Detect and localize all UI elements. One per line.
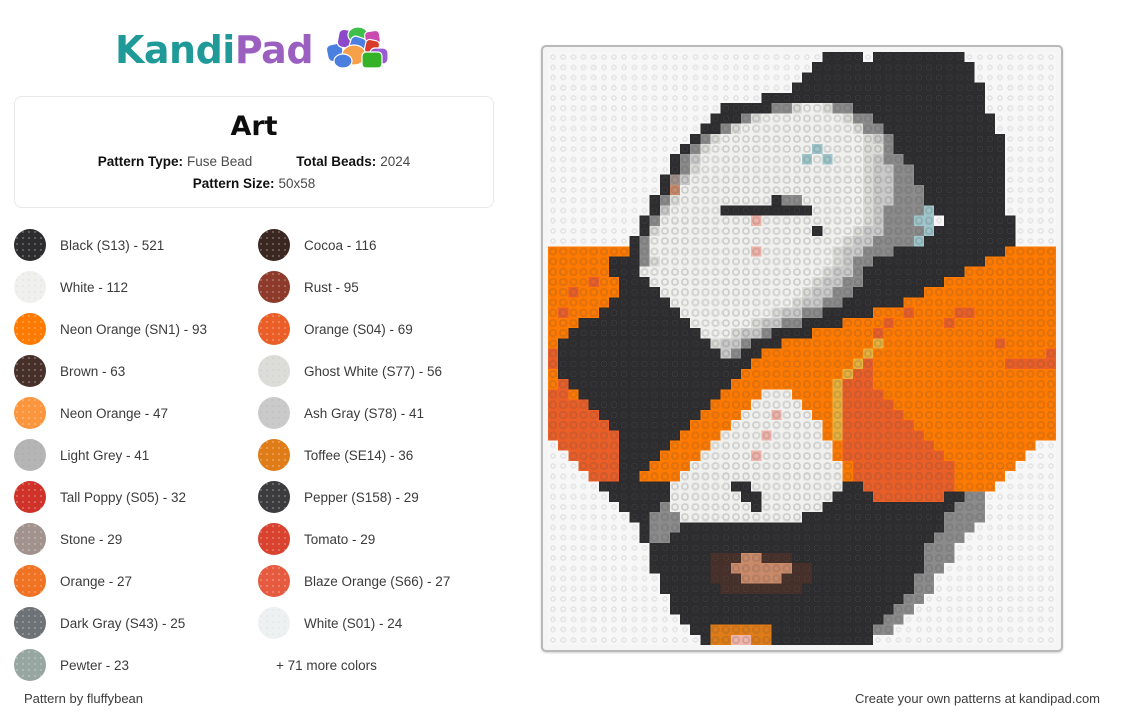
legend-item[interactable]: Toffee (SE14) - 36 [258, 434, 494, 476]
legend-color-swatch [258, 523, 290, 556]
legend-item-label: Black (S13) - 521 [60, 237, 165, 253]
legend-item[interactable]: Light Grey - 41 [14, 434, 250, 476]
pattern-type-item: Pattern Type: Fuse Bead [98, 154, 253, 169]
legend-item[interactable]: Ghost White (S77) - 56 [258, 350, 494, 392]
legend-item[interactable]: Black (S13) - 521 [14, 224, 250, 266]
legend-item-label: Brown - 63 [60, 363, 126, 379]
legend-item-label: Toffee (SE14) - 36 [304, 447, 414, 463]
legend-item-label: Tall Poppy (S05) - 32 [60, 489, 187, 505]
legend-item[interactable]: Blaze Orange (S66) - 27 [258, 560, 494, 602]
legend-item-label: White (S01) - 24 [304, 615, 403, 631]
legend-item-label: Blaze Orange (S66) - 27 [304, 573, 451, 589]
legend-item[interactable]: Neon Orange - 47 [14, 392, 250, 434]
legend-color-swatch [258, 397, 290, 430]
legend-color-swatch [14, 565, 46, 598]
legend-color-swatch [258, 229, 290, 262]
legend-item-label: Neon Orange - 47 [60, 405, 169, 421]
legend-item-label: Tomato - 29 [304, 531, 376, 547]
pattern-size-value: 50x58 [278, 176, 316, 192]
legend-item[interactable]: White (S01) - 24 [258, 602, 494, 644]
logo-wordmark: KandiPad [114, 28, 314, 72]
page-footer: Pattern by fluffybean Create your own pa… [0, 676, 1124, 720]
legend-item-label: Neon Orange (SN1) - 93 [60, 321, 208, 337]
pattern-meta-row-1: Pattern Type: Fuse Bead Total Beads: 2024 [31, 154, 477, 169]
legend-item[interactable]: Tomato - 29 [258, 518, 494, 560]
pattern-type-label: Pattern Type: [97, 154, 183, 170]
legend-item-label: Orange (S04) - 69 [304, 321, 413, 337]
legend-color-swatch [14, 313, 46, 346]
site-promo-link[interactable]: Create your own patterns at kandipad.com [855, 691, 1100, 706]
pattern-size-label: Pattern Size: [192, 176, 275, 192]
legend-color-swatch [14, 271, 46, 304]
legend-item[interactable]: Neon Orange (SN1) - 93 [14, 308, 250, 350]
total-beads-label: Total Beads: [296, 154, 377, 170]
kandipad-pattern-page: KandiPad Art Pattern Type: Fuse Bead Tot… [0, 0, 1124, 720]
legend-item-label: Cocoa - 116 [304, 237, 377, 253]
legend-item[interactable]: White - 112 [14, 266, 250, 308]
page-title: Art [230, 111, 278, 142]
pattern-preview [541, 45, 1063, 652]
legend-color-swatch [258, 607, 290, 640]
legend-item[interactable]: Orange - 27 [14, 560, 250, 602]
total-beads-value: 2024 [380, 154, 411, 170]
legend-color-swatch [14, 481, 46, 514]
legend-item[interactable]: Cocoa - 116 [258, 224, 494, 266]
pattern-type-value: Fuse Bead [186, 154, 253, 170]
legend-item-label: Ghost White (S77) - 56 [304, 363, 443, 379]
legend-item[interactable]: Stone - 29 [14, 518, 250, 560]
legend-item[interactable]: Brown - 63 [14, 350, 250, 392]
legend-item[interactable]: Rust - 95 [258, 266, 494, 308]
pattern-author: Pattern by fluffybean [24, 691, 144, 706]
legend-item[interactable]: Orange (S04) - 69 [258, 308, 494, 350]
legend-color-swatch [258, 439, 290, 472]
logo-kandi-text: Kandi [114, 28, 235, 72]
logo-pad-text: Pad [234, 28, 314, 72]
legend-color-swatch [14, 607, 46, 640]
pegboard[interactable] [541, 45, 1063, 652]
pattern-meta-row-2: Pattern Size: 50x58 [31, 176, 477, 191]
legend-color-swatch [258, 313, 290, 346]
legend-item-label: Ash Gray (S78) - 41 [304, 405, 425, 421]
legend-color-swatch [14, 229, 46, 262]
legend-color-swatch [14, 523, 46, 556]
legend-item-label: Stone - 29 [60, 531, 123, 547]
legend-color-swatch [258, 481, 290, 514]
pattern-size-item: Pattern Size: 50x58 [193, 176, 316, 191]
legend-color-swatch [258, 565, 290, 598]
legend-item-label: Dark Gray (S43) - 25 [60, 615, 186, 631]
legend-color-swatch [14, 355, 46, 388]
legend-item-label: Pepper (S158) - 29 [304, 489, 419, 505]
legend-item-label: Pewter - 23 [60, 657, 130, 673]
legend-color-swatch [14, 439, 46, 472]
legend-color-swatch [258, 271, 290, 304]
bead-grid[interactable] [548, 52, 1056, 645]
color-legend: Black (S13) - 521 Cocoa - 116 White - 112 R… [14, 224, 494, 686]
legend-color-swatch [258, 355, 290, 388]
legend-item-label: Orange - 27 [60, 573, 133, 589]
pattern-info-card: Art Pattern Type: Fuse Bead Total Beads: 2… [14, 96, 494, 209]
pattern-details-column: KandiPad Art Pattern Type: Fuse Bead Tot… [0, 0, 508, 682]
legend-item[interactable]: Dark Gray (S43) - 25 [14, 602, 250, 644]
site-logo[interactable]: KandiPad [14, 18, 494, 82]
legend-item[interactable]: Tall Poppy (S05) - 32 [14, 476, 250, 518]
legend-color-swatch [14, 397, 46, 430]
bead-cluster-icon [321, 24, 393, 77]
legend-item[interactable]: Ash Gray (S78) - 41 [258, 392, 494, 434]
legend-item-label: White - 112 [60, 279, 129, 295]
legend-item-label: Light Grey - 41 [60, 447, 150, 463]
legend-item-label: Rust - 95 [304, 279, 359, 295]
bead-grid-canvas[interactable] [548, 52, 1056, 645]
legend-item[interactable]: Pepper (S158) - 29 [258, 476, 494, 518]
total-beads-item: Total Beads: 2024 [296, 154, 410, 169]
